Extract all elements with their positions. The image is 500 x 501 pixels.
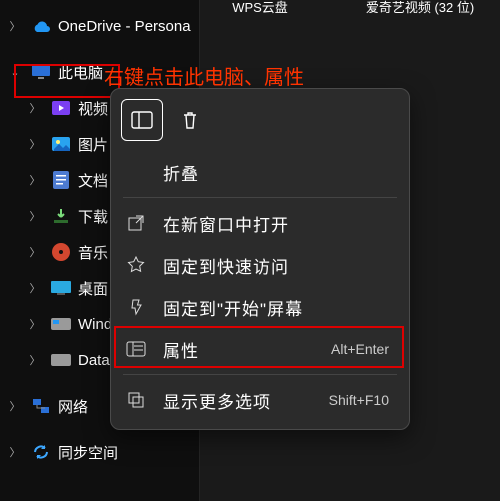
- desktop-icon-area: WPS云盘 爱奇艺视频 (32 位): [200, 0, 500, 17]
- layout-toggle-button[interactable]: [121, 99, 163, 141]
- pictures-icon: [50, 133, 72, 155]
- sidebar-item-label: 下载: [78, 206, 108, 227]
- desktop-icon-iqiyi[interactable]: 爱奇艺视频 (32 位): [360, 0, 480, 17]
- sidebar-item-label: Wind: [78, 316, 112, 333]
- chevron-right-icon: 〉: [6, 444, 24, 460]
- chevron-right-icon: 〉: [26, 100, 44, 116]
- drive-icon: [50, 313, 72, 335]
- chevron-right-icon: 〉: [26, 352, 44, 368]
- ctx-item-label: 固定到快速访问: [163, 253, 389, 278]
- ctx-item-label: 在新窗口中打开: [163, 211, 389, 236]
- chevron-right-icon: 〉: [26, 316, 44, 332]
- sidebar-item-label: 同步空间: [58, 442, 118, 463]
- chevron-right-icon: 〉: [26, 208, 44, 224]
- ctx-item-pin-quick-access[interactable]: 固定到快速访问: [117, 244, 403, 286]
- pin-icon: [125, 298, 147, 316]
- trash-icon: [181, 110, 199, 130]
- desktop-icon: [50, 277, 72, 299]
- annotation-text: 右键点击此电脑、属性: [104, 61, 304, 90]
- music-icon: [50, 241, 72, 263]
- ctx-item-open-new-window[interactable]: 在新窗口中打开: [117, 202, 403, 244]
- ctx-item-show-more[interactable]: 显示更多选项 Shift+F10: [117, 379, 403, 421]
- chevron-right-icon: 〉: [26, 280, 44, 296]
- ctx-item-label: 折叠: [163, 160, 389, 185]
- sidebar-item-label: 文档: [78, 170, 108, 191]
- chevron-right-icon: 〉: [26, 136, 44, 152]
- download-icon: [50, 205, 72, 227]
- monitor-icon: [30, 61, 52, 83]
- chevron-right-icon: 〉: [6, 398, 24, 414]
- sidebar-item-label: OneDrive - Persona: [58, 18, 191, 35]
- ctx-item-label: 显示更多选项: [163, 388, 313, 413]
- layout-icon: [131, 111, 153, 129]
- ctx-item-collapse[interactable]: 折叠: [117, 151, 403, 193]
- ctx-item-properties[interactable]: 属性 Alt+Enter: [117, 328, 403, 370]
- ctx-item-shortcut: Shift+F10: [329, 392, 389, 408]
- sidebar-item-label: 桌面: [78, 278, 108, 299]
- star-icon: [125, 256, 147, 274]
- drive-icon: [50, 349, 72, 371]
- show-more-icon: [125, 391, 147, 409]
- properties-icon: [125, 341, 147, 357]
- ctx-item-pin-start[interactable]: 固定到"开始"屏幕: [117, 286, 403, 328]
- sidebar-item-label: 图片: [78, 134, 108, 155]
- delete-button[interactable]: [169, 99, 211, 141]
- sidebar-item-label: 此电脑: [58, 62, 103, 83]
- chevron-right-icon: 〉: [6, 18, 24, 34]
- context-menu-quick-row: [117, 97, 403, 151]
- sidebar-item-label: 网络: [58, 396, 88, 417]
- sidebar-item-label: 音乐: [78, 242, 108, 263]
- desktop-icon-label: WPS云盘: [232, 0, 288, 15]
- sidebar-item-label: 视频: [78, 98, 108, 119]
- separator: [123, 197, 397, 198]
- chevron-right-icon: 〉: [26, 244, 44, 260]
- sidebar-item-label: Data: [78, 352, 110, 369]
- chevron-down-icon: ⌄: [6, 66, 24, 79]
- documents-icon: [50, 169, 72, 191]
- video-icon: [50, 97, 72, 119]
- open-new-window-icon: [125, 214, 147, 232]
- desktop-icon-label: 爱奇艺视频 (32 位): [366, 0, 474, 15]
- sidebar-item-onedrive[interactable]: 〉 OneDrive - Persona: [0, 8, 199, 44]
- desktop-icon-wps[interactable]: WPS云盘: [200, 0, 320, 17]
- sidebar-item-sync[interactable]: 〉 同步空间: [0, 434, 199, 470]
- context-menu: 折叠 在新窗口中打开 固定到快速访问 固定到"开始"屏幕 属性 Alt+Ente…: [110, 88, 410, 430]
- ctx-item-label: 固定到"开始"屏幕: [163, 295, 389, 320]
- ctx-item-label: 属性: [163, 337, 315, 362]
- network-icon: [30, 395, 52, 417]
- sync-icon: [30, 441, 52, 463]
- ctx-item-shortcut: Alt+Enter: [331, 341, 389, 357]
- separator: [123, 374, 397, 375]
- chevron-right-icon: 〉: [26, 172, 44, 188]
- cloud-icon: [30, 15, 52, 37]
